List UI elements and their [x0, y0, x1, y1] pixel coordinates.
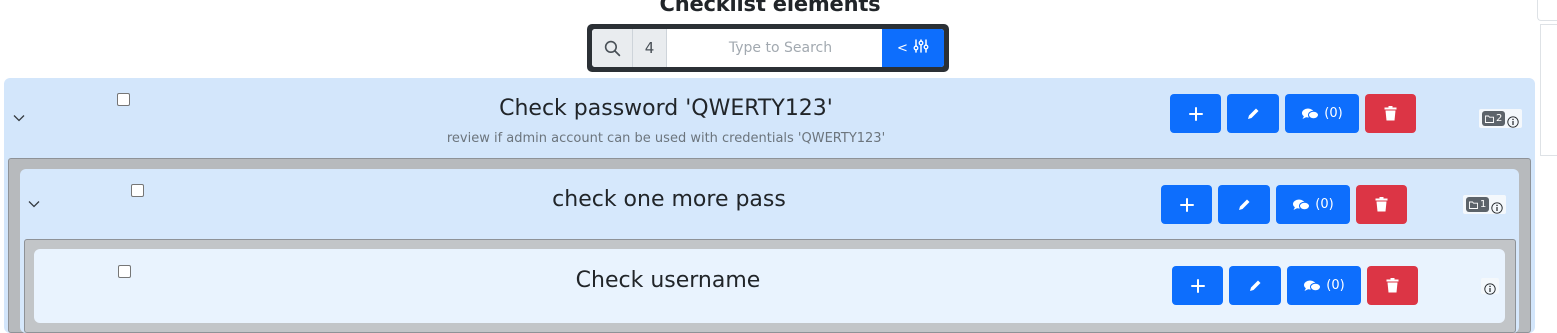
edit-button[interactable]: [1227, 94, 1279, 133]
edit-button[interactable]: [1229, 266, 1281, 305]
item-title: Check username: [575, 268, 761, 293]
comments-button[interactable]: (0): [1276, 185, 1350, 224]
item-description: review if admin account can be used with…: [446, 131, 886, 146]
pencil-icon: [1248, 108, 1259, 119]
item-checkbox[interactable]: [131, 184, 144, 197]
comments-count: (0): [1326, 278, 1345, 293]
plus-icon: [1190, 278, 1205, 293]
delete-button[interactable]: [1356, 185, 1407, 224]
item-title: check one more pass: [552, 187, 786, 212]
side-panel-edge: [1540, 24, 1557, 156]
trash-icon: [1384, 106, 1397, 121]
delete-button[interactable]: [1367, 266, 1418, 305]
chevron-down-icon[interactable]: [27, 196, 41, 210]
plus-icon: [1179, 197, 1194, 212]
children-count-badge: 1: [1466, 197, 1490, 212]
children-count: 2: [1496, 113, 1503, 124]
item-title: Check password 'QWERTY123': [499, 96, 833, 121]
plus-icon: [1188, 106, 1203, 121]
comments-count: (0): [1315, 197, 1334, 212]
folder-icon: [1485, 115, 1494, 123]
item-checkbox[interactable]: [117, 93, 130, 106]
delete-button[interactable]: [1365, 94, 1416, 133]
trash-icon: [1386, 278, 1399, 293]
add-child-button[interactable]: [1172, 266, 1223, 305]
comments-button[interactable]: (0): [1285, 94, 1359, 133]
search-input[interactable]: [667, 29, 882, 67]
add-child-button[interactable]: [1170, 94, 1221, 133]
pencil-icon: [1239, 199, 1250, 210]
item-meta: 2: [1479, 109, 1523, 128]
info-icon[interactable]: [1491, 199, 1504, 214]
item-meta: 1: [1463, 195, 1507, 214]
search-bar: 4 <: [587, 24, 949, 72]
search-icon: [592, 29, 633, 67]
comments-button[interactable]: (0): [1287, 266, 1361, 305]
children-count-badge: 2: [1482, 111, 1506, 126]
chevron-down-icon[interactable]: [12, 110, 26, 124]
add-child-button[interactable]: [1161, 185, 1212, 224]
sliders-icon: [913, 39, 929, 57]
item-checkbox[interactable]: [118, 265, 131, 278]
comments-count: (0): [1324, 106, 1343, 121]
info-icon[interactable]: [1484, 280, 1496, 295]
search-result-count: 4: [633, 29, 667, 67]
folder-icon: [1469, 201, 1478, 209]
info-icon[interactable]: [1507, 113, 1520, 128]
comments-icon: [1302, 108, 1320, 119]
side-panel-edge: [1537, 0, 1557, 21]
filter-toggle-button[interactable]: <: [882, 29, 944, 67]
pencil-icon: [1250, 280, 1261, 291]
page-title: Checklist elements: [659, 0, 881, 16]
children-count: 1: [1480, 199, 1487, 210]
comments-icon: [1304, 280, 1322, 291]
trash-icon: [1375, 197, 1388, 212]
edit-button[interactable]: [1218, 185, 1270, 224]
filter-toggle-label: <: [897, 40, 908, 56]
comments-icon: [1293, 199, 1311, 210]
item-meta: [1481, 278, 1499, 295]
